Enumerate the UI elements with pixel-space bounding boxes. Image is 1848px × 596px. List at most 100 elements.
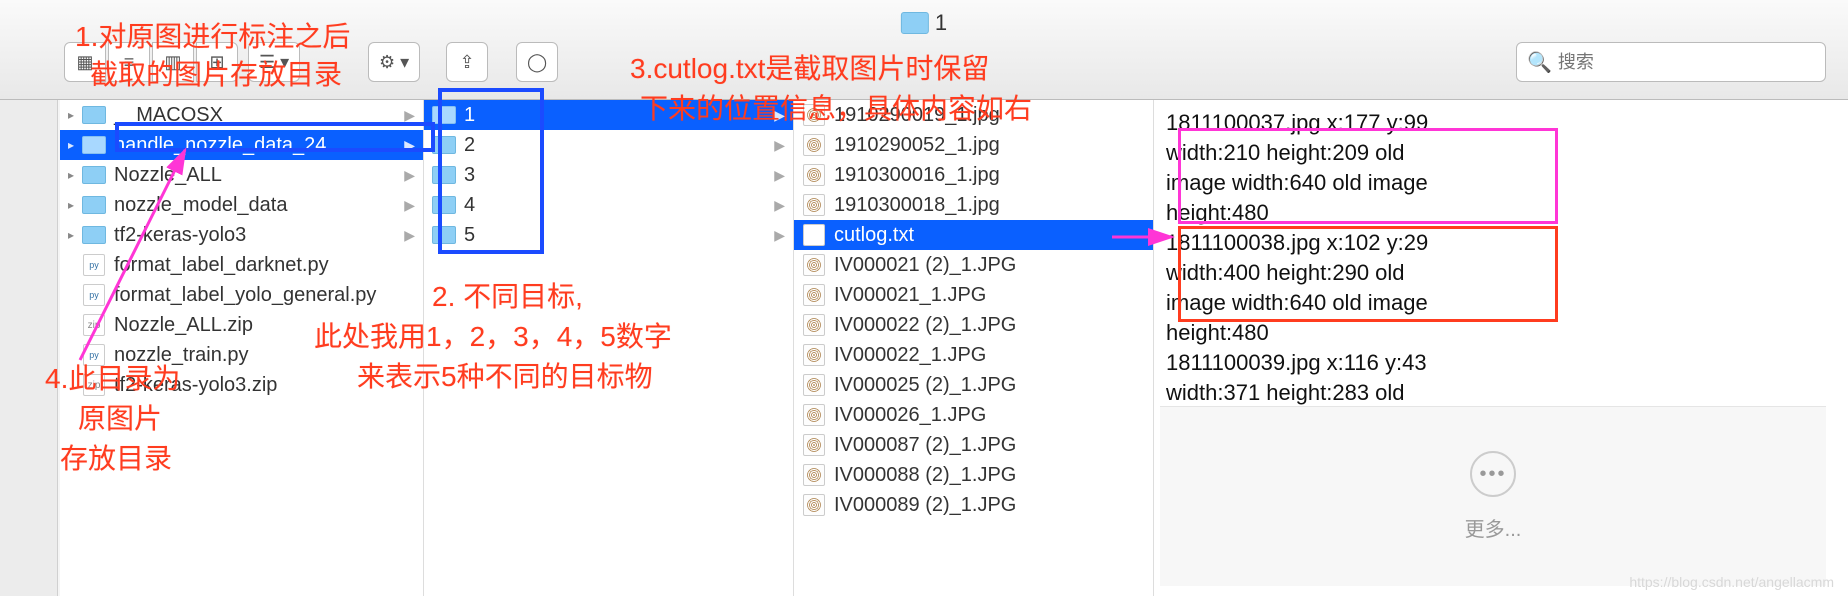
file-name: cutlog.txt: [834, 224, 914, 247]
file-row[interactable]: zipNozzle_ALL.zip: [60, 310, 423, 340]
img-icon: [802, 465, 826, 485]
file-name: 1910300016_1.jpg: [834, 164, 1000, 187]
file-name: 3: [464, 164, 475, 187]
file-row[interactable]: 1910300018_1.jpg: [794, 190, 1153, 220]
chevron-right-icon: ▶: [774, 227, 785, 244]
file-row[interactable]: IV000025 (2)_1.JPG: [794, 370, 1153, 400]
sidebar: [0, 100, 58, 596]
file-row[interactable]: ▸nozzle_model_data▶: [60, 190, 423, 220]
file-name: 1910290052_1.jpg: [834, 134, 1000, 157]
file-row[interactable]: IV000022 (2)_1.JPG: [794, 310, 1153, 340]
file-row[interactable]: 1▶: [424, 100, 793, 130]
column-2: 1▶2▶3▶4▶5▶: [424, 100, 794, 596]
window-title-area: 1: [901, 10, 947, 36]
img-icon: [802, 105, 826, 125]
file-row[interactable]: IV000021_1.JPG: [794, 280, 1153, 310]
file-row[interactable]: IV000022_1.JPG: [794, 340, 1153, 370]
file-row[interactable]: ▸tf2-keras-yolo3▶: [60, 220, 423, 250]
tag-group: ◯: [516, 42, 558, 82]
file-name: IV000022 (2)_1.JPG: [834, 314, 1016, 337]
file-name: IV000026_1.JPG: [834, 404, 986, 427]
file-row[interactable]: IV000089 (2)_1.JPG: [794, 490, 1153, 520]
img-icon: [802, 165, 826, 185]
chevron-right-icon: ▶: [404, 167, 415, 184]
arrange-group: ☰ ▾: [248, 42, 300, 82]
img-icon: [802, 285, 826, 305]
file-row[interactable]: 2▶: [424, 130, 793, 160]
file-name: 5: [464, 224, 475, 247]
more-panel[interactable]: ••• 更多...: [1160, 406, 1826, 586]
action-gear-button[interactable]: ⚙ ▾: [368, 42, 420, 82]
finder-toolbar: 1 ▦ ≡ ▥ ⊞ ☰ ▾ ⚙ ▾ ⇪ ◯ 🔍: [0, 0, 1848, 100]
file-name: 1910300018_1.jpg: [834, 194, 1000, 217]
img-icon: [802, 345, 826, 365]
list-view-button[interactable]: ≡: [108, 42, 150, 82]
share-button[interactable]: ⇪: [446, 42, 488, 82]
gallery-view-button[interactable]: ⊞: [196, 42, 238, 82]
folder-icon: [432, 135, 456, 155]
file-name: IV000022_1.JPG: [834, 344, 986, 367]
view-mode-group: ▦ ≡ ▥ ⊞: [64, 42, 238, 82]
window-title: 1: [935, 10, 947, 36]
column-1: ▸__MACOSX▶▸handle_nozzle_data_24▶▸Nozzle…: [60, 100, 424, 596]
file-name: tf2-keras-yolo3: [114, 224, 246, 247]
file-name: nozzle_train.py: [114, 344, 249, 367]
file-row[interactable]: IV000026_1.JPG: [794, 400, 1153, 430]
file-name: handle_nozzle_data_24: [114, 134, 326, 157]
action-group: ⚙ ▾: [368, 42, 420, 82]
folder-icon: [901, 12, 929, 34]
search-field[interactable]: 🔍: [1516, 42, 1826, 82]
file-row[interactable]: ▸__MACOSX▶: [60, 100, 423, 130]
chevron-right-icon: ▶: [404, 227, 415, 244]
file-row[interactable]: 1910290019_1.jpg: [794, 100, 1153, 130]
folder-icon: [82, 195, 106, 215]
file-name: IV000021 (2)_1.JPG: [834, 254, 1016, 277]
arrange-button[interactable]: ☰ ▾: [248, 42, 300, 82]
folder-icon: [82, 135, 106, 155]
icon-view-button[interactable]: ▦: [64, 42, 106, 82]
file-row[interactable]: 5▶: [424, 220, 793, 250]
file-row[interactable]: pynozzle_train.py: [60, 340, 423, 370]
file-row[interactable]: ▸handle_nozzle_data_24▶: [60, 130, 423, 160]
share-group: ⇪: [446, 42, 488, 82]
file-row[interactable]: IV000087 (2)_1.JPG: [794, 430, 1153, 460]
chevron-right-icon: ▶: [404, 137, 415, 154]
file-row[interactable]: 1910290052_1.jpg: [794, 130, 1153, 160]
img-icon: [802, 495, 826, 515]
file-name: IV000025 (2)_1.JPG: [834, 374, 1016, 397]
file-row[interactable]: 1910300016_1.jpg: [794, 160, 1153, 190]
file-name: IV000021_1.JPG: [834, 284, 986, 307]
file-name: Nozzle_ALL: [114, 164, 222, 187]
file-row[interactable]: 4▶: [424, 190, 793, 220]
zip-icon: zip: [82, 375, 106, 395]
search-input[interactable]: [1558, 52, 1815, 73]
file-name: format_label_darknet.py: [114, 254, 329, 277]
file-row[interactable]: py format_label_darknet.py: [60, 250, 423, 280]
py-icon: py: [82, 255, 106, 275]
folder-icon: [82, 165, 106, 185]
folder-icon: [432, 165, 456, 185]
folder-icon: [82, 105, 106, 125]
file-name: IV000089 (2)_1.JPG: [834, 494, 1016, 517]
folder-icon: [432, 105, 456, 125]
chevron-right-icon: ▶: [774, 167, 785, 184]
img-icon: [802, 405, 826, 425]
search-icon: 🔍: [1527, 50, 1552, 75]
file-name: IV000088 (2)_1.JPG: [834, 464, 1016, 487]
file-name: 2: [464, 134, 475, 157]
chevron-right-icon: ▶: [404, 107, 415, 124]
file-row[interactable]: ziptf2-keras-yolo3.zip: [60, 370, 423, 400]
file-name: __MACOSX: [114, 104, 223, 127]
img-icon: [802, 375, 826, 395]
file-row[interactable]: pyformat_label_yolo_general.py: [60, 280, 423, 310]
file-name: 1910290019_1.jpg: [834, 104, 1000, 127]
file-row[interactable]: cutlog.txt: [794, 220, 1153, 250]
file-name: nozzle_model_data: [114, 194, 287, 217]
file-row[interactable]: IV000088 (2)_1.JPG: [794, 460, 1153, 490]
file-row[interactable]: ▸Nozzle_ALL▶: [60, 160, 423, 190]
file-name: 4: [464, 194, 475, 217]
tag-button[interactable]: ◯: [516, 42, 558, 82]
column-view-button[interactable]: ▥: [152, 42, 194, 82]
file-row[interactable]: IV000021 (2)_1.JPG: [794, 250, 1153, 280]
file-row[interactable]: 3▶: [424, 160, 793, 190]
